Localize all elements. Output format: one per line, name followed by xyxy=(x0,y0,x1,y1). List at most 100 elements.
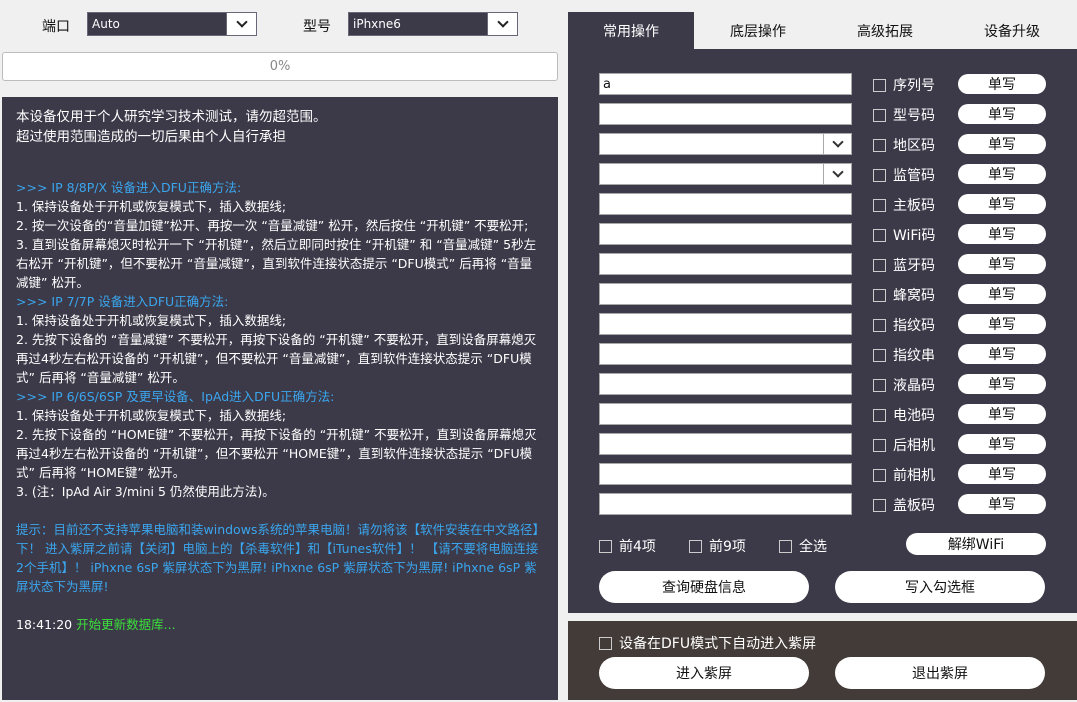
checkbox-box[interactable] xyxy=(873,408,886,422)
checkbox-box[interactable] xyxy=(599,636,612,650)
notice-line-1: 本设备仅用于个人研究学习技术测试，请勿超范围。 xyxy=(16,109,327,125)
field-checkbox[interactable]: 监管码 xyxy=(873,165,935,185)
checkbox-box[interactable] xyxy=(873,78,886,92)
field-checkbox[interactable]: 电池码 xyxy=(873,405,935,425)
field-select[interactable] xyxy=(599,163,852,185)
write-single-button[interactable]: 单写 xyxy=(958,464,1046,484)
checkbox-box[interactable] xyxy=(873,318,886,332)
port-label: 端口 xyxy=(42,19,70,35)
field-checkbox[interactable]: 蜂窝码 xyxy=(873,285,935,305)
dfu-step: 2. 先按下设备的 “音量减键” 不要松开，再按下设备的 “开机键” 不要松开，… xyxy=(16,332,537,385)
auto-purple-checkbox[interactable]: 设备在DFU模式下自动进入紫屏 xyxy=(599,633,816,653)
checkbox-box[interactable] xyxy=(599,539,612,553)
dfu-step: 1. 保持设备处于开机或恢复模式下，插入数据线; xyxy=(16,408,287,423)
field-select[interactable] xyxy=(599,133,852,155)
field-input[interactable] xyxy=(599,493,852,515)
chevron-down-icon[interactable] xyxy=(823,134,851,154)
write-checked-button[interactable]: 写入勾选框 xyxy=(835,571,1045,603)
checkbox-box[interactable] xyxy=(873,228,886,242)
port-select[interactable]: Auto xyxy=(87,12,257,36)
write-single-button[interactable]: 单写 xyxy=(958,224,1046,244)
field-input[interactable] xyxy=(599,283,852,305)
tab-advanced[interactable]: 高级拓展 xyxy=(822,12,948,49)
field-checkbox[interactable]: 指纹串 xyxy=(873,345,935,365)
unbind-wifi-button[interactable]: 解绑WiFi xyxy=(906,533,1046,555)
checkbox-box[interactable] xyxy=(873,468,886,482)
field-checkbox[interactable]: 后相机 xyxy=(873,435,935,455)
write-single-button[interactable]: 单写 xyxy=(958,74,1046,94)
field-input[interactable] xyxy=(599,313,852,335)
field-input[interactable] xyxy=(599,223,852,245)
tab-low-level[interactable]: 底层操作 xyxy=(695,12,821,49)
field-input[interactable] xyxy=(599,343,852,365)
tab-upgrade[interactable]: 设备升级 xyxy=(949,12,1075,49)
checkbox-box[interactable] xyxy=(873,378,886,392)
field-checkbox[interactable]: 序列号 xyxy=(873,75,935,95)
field-label: 前相机 xyxy=(893,468,935,484)
checkbox-box[interactable] xyxy=(873,108,886,122)
model-select[interactable]: iPhxne6 xyxy=(348,12,518,36)
select-all-checkbox[interactable]: 全选 xyxy=(779,536,827,556)
field-input[interactable] xyxy=(599,373,852,395)
write-single-button[interactable]: 单写 xyxy=(958,284,1046,304)
field-label: 主板码 xyxy=(893,198,935,214)
field-checkbox[interactable]: 盖板码 xyxy=(873,495,935,515)
checkbox-box[interactable] xyxy=(873,438,886,452)
write-single-button[interactable]: 单写 xyxy=(958,434,1046,454)
field-input[interactable]: a xyxy=(599,73,852,95)
checkbox-box[interactable] xyxy=(873,498,886,512)
write-single-button[interactable]: 单写 xyxy=(958,494,1046,514)
query-disk-button[interactable]: 查询硬盘信息 xyxy=(599,571,809,603)
write-single-button[interactable]: 单写 xyxy=(958,404,1046,424)
field-input[interactable] xyxy=(599,433,852,455)
field-checkbox[interactable]: 蓝牙码 xyxy=(873,255,935,275)
checkbox-box[interactable] xyxy=(873,348,886,362)
field-label: 蜂窝码 xyxy=(893,288,935,304)
exit-purple-button[interactable]: 退出紫屏 xyxy=(835,657,1045,689)
write-single-button[interactable]: 单写 xyxy=(958,374,1046,394)
write-single-button[interactable]: 单写 xyxy=(958,344,1046,364)
checkbox-box[interactable] xyxy=(873,198,886,212)
dfu-step: 2. 先按下设备的 “HOME键” 不要松开，再按下设备的 “开机键” 不要松开… xyxy=(16,427,537,480)
auto-purple-label: 设备在DFU模式下自动进入紫屏 xyxy=(619,636,817,652)
checkbox-box[interactable] xyxy=(689,539,702,553)
field-label: WiFi码 xyxy=(893,228,936,244)
write-single-button[interactable]: 单写 xyxy=(958,254,1046,274)
write-single-button[interactable]: 单写 xyxy=(958,164,1046,184)
field-checkbox[interactable]: 前相机 xyxy=(873,465,935,485)
dfu-step: 1. 保持设备处于开机或恢复模式下，插入数据线; xyxy=(16,199,287,214)
dfu-step: 3. 直到设备屏幕熄灭时松开一下 “开机键”，然后立即同时按住 “开机键” 和 … xyxy=(16,237,537,290)
field-checkbox[interactable]: 主板码 xyxy=(873,195,935,215)
checkbox-box[interactable] xyxy=(873,168,886,182)
field-input[interactable] xyxy=(599,103,852,125)
field-checkbox[interactable]: 指纹码 xyxy=(873,315,935,335)
chevron-down-icon[interactable] xyxy=(823,164,851,184)
first4-checkbox[interactable]: 前4项 xyxy=(599,536,656,556)
field-label: 盖板码 xyxy=(893,498,935,514)
checkbox-box[interactable] xyxy=(873,258,886,272)
field-label: 液晶码 xyxy=(893,378,935,394)
checkbox-box[interactable] xyxy=(873,138,886,152)
chevron-down-icon[interactable] xyxy=(226,13,256,35)
field-label: 指纹串 xyxy=(893,348,935,364)
field-checkbox[interactable]: 地区码 xyxy=(873,135,935,155)
write-single-button[interactable]: 单写 xyxy=(958,134,1046,154)
write-single-button[interactable]: 单写 xyxy=(958,194,1046,214)
field-checkbox[interactable]: WiFi码 xyxy=(873,225,935,245)
tab-common[interactable]: 常用操作 xyxy=(568,12,694,49)
enter-purple-button[interactable]: 进入紫屏 xyxy=(599,657,809,689)
first9-checkbox[interactable]: 前9项 xyxy=(689,536,746,556)
dfu-step: 2. 按一次设备的“音量加键”松开、再按一次 “音量减键” 松开，然后按住 “开… xyxy=(16,218,529,233)
field-checkbox[interactable]: 型号码 xyxy=(873,105,935,125)
field-input[interactable] xyxy=(599,253,852,275)
checkbox-box[interactable] xyxy=(779,539,792,553)
write-single-button[interactable]: 单写 xyxy=(958,104,1046,124)
checkbox-box[interactable] xyxy=(873,288,886,302)
field-input[interactable] xyxy=(599,193,852,215)
port-select-value: Auto xyxy=(92,17,120,31)
field-checkbox[interactable]: 液晶码 xyxy=(873,375,935,395)
write-single-button[interactable]: 单写 xyxy=(958,314,1046,334)
chevron-down-icon[interactable] xyxy=(487,13,517,35)
field-input[interactable] xyxy=(599,403,852,425)
field-input[interactable] xyxy=(599,463,852,485)
